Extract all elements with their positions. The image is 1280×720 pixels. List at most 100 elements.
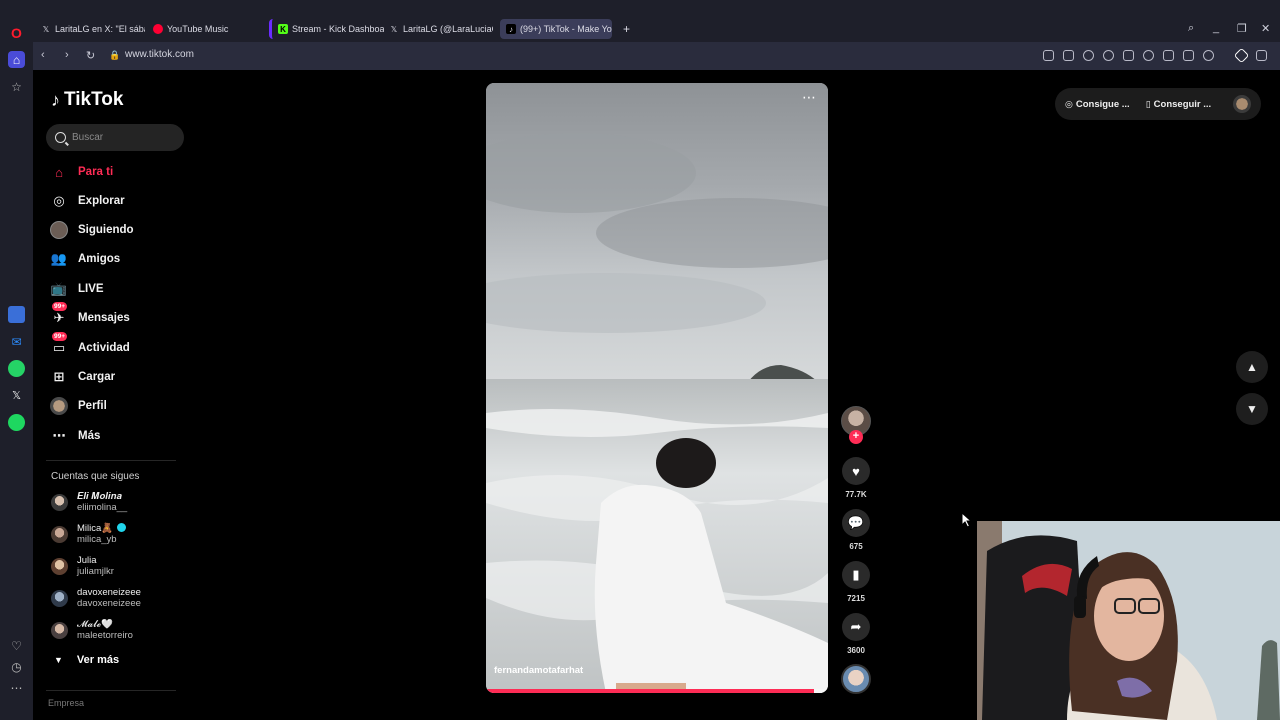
more-options-icon[interactable]: ⋯ (802, 89, 817, 106)
avatar (51, 621, 68, 639)
get-coins-button[interactable]: ◎ Consigue ... (1065, 99, 1130, 110)
back-icon[interactable]: ‹ (41, 49, 45, 61)
play-icon[interactable] (1123, 50, 1134, 61)
video-player[interactable]: ⋯ fernandamotafarhat (486, 83, 828, 693)
coin-icon: ◎ (1065, 98, 1073, 109)
menu-item-mensajes[interactable]: ✈ 99+ Mensajes (50, 302, 130, 329)
following-account[interactable]: 𝓜𝓪𝓵𝓮🤍 maleetorreiro (51, 617, 133, 643)
home-icon[interactable]: ⌂ (8, 51, 25, 68)
get-app-button[interactable]: ▯ Conseguir ... (1146, 99, 1212, 110)
comment-button[interactable]: 💬 675 (839, 509, 873, 551)
menu-item-para-ti[interactable]: ⌂ Para ti (50, 161, 113, 183)
camera-icon[interactable] (1063, 50, 1074, 61)
history-icon[interactable]: ◷ (8, 658, 25, 675)
minimize-icon[interactable]: _ (1213, 22, 1219, 34)
pinboard-icon[interactable]: ☆ (8, 78, 25, 95)
profile-icon[interactable] (1203, 50, 1214, 61)
company-link[interactable]: Empresa (48, 698, 84, 708)
aria-icon[interactable] (8, 306, 25, 323)
bookmark-icon: ▮ (842, 561, 870, 589)
messenger-icon[interactable]: ✉ (8, 333, 25, 350)
video-frame (486, 83, 828, 693)
upload-icon: ⊞ (53, 369, 65, 384)
heart-icon[interactable]: ♡ (8, 637, 25, 654)
home-icon: ⌂ (55, 164, 63, 180)
comment-icon: 💬 (842, 509, 870, 537)
video-progress[interactable] (486, 689, 828, 693)
friends-icon: 👥 (50, 251, 68, 266)
menu-item-mas[interactable]: ⋯ Más (50, 425, 101, 447)
x-icon[interactable]: 𝕏 (8, 387, 25, 404)
search-input[interactable] (72, 132, 172, 143)
video-author[interactable]: fernandamotafarhat (494, 665, 583, 676)
menu-item-cargar[interactable]: ⊞ Cargar (50, 366, 116, 388)
following-account[interactable]: 𝑬𝒍𝒊 𝑴𝒐𝒍𝒊𝒏𝒂 eliimolina__ (51, 489, 127, 515)
next-video-button[interactable]: ▼ (1236, 393, 1268, 425)
tiktok-logo[interactable]: ♪ TikTok (51, 89, 123, 111)
following-account[interactable]: davoxeneizeee davoxeneizeee (51, 585, 141, 611)
menu-item-live[interactable]: 📺 LIVE (50, 278, 104, 300)
menu-icon[interactable] (1183, 50, 1194, 61)
previous-video-button[interactable]: ▲ (1236, 351, 1268, 383)
see-more-button[interactable]: ▼ Ver más (54, 654, 119, 666)
menu-item-siguiendo[interactable]: Siguiendo (50, 219, 134, 241)
following-account[interactable]: Julia juliamjlkr (51, 553, 114, 579)
avatar (51, 493, 68, 511)
progress-fill (486, 689, 815, 693)
following-avatar-icon (50, 221, 68, 239)
browser-sidebar: O ⌂ ☆ ✉ 𝕏 ♡ ◷ ⋯ (0, 0, 33, 720)
profile-avatar-icon (50, 397, 68, 415)
user-avatar[interactable] (1233, 95, 1251, 113)
tab-youtube-music[interactable]: YouTube Music (147, 19, 257, 39)
compass-icon: ◎ (53, 193, 65, 208)
tab-tiktok[interactable]: ♪ (99+) TikTok - Make Yo (500, 19, 612, 39)
chevron-up-icon: ▲ (1246, 360, 1258, 374)
youtube-music-icon (153, 24, 163, 34)
reload-icon[interactable]: ↻ (86, 49, 95, 62)
more-icon[interactable]: ⋯ (8, 679, 25, 696)
save-button[interactable]: ▮ 7215 (839, 561, 873, 603)
vpn-icon[interactable] (1103, 50, 1114, 61)
activity-badge: 99+ (52, 332, 68, 341)
chevron-down-icon: ▼ (54, 655, 63, 665)
url-field[interactable]: www.tiktok.com (125, 49, 194, 60)
new-tab-button[interactable]: + (617, 19, 635, 39)
share-button[interactable]: ➦ 3600 (839, 613, 873, 655)
forward-icon[interactable]: › (65, 49, 69, 61)
menu-item-actividad[interactable]: ▭ 99+ Actividad (50, 332, 130, 359)
tab-kick-dashboard[interactable]: K Stream - Kick Dashboard (269, 19, 384, 39)
restore-icon[interactable]: ❐ (1237, 22, 1247, 35)
avatar (51, 525, 68, 543)
extension-icon[interactable] (1233, 47, 1250, 64)
search-bar[interactable] (46, 124, 184, 151)
following-section-title: Cuentas que sigues (51, 471, 140, 482)
opera-logo-icon[interactable]: O (8, 24, 25, 41)
verified-badge-icon (117, 523, 127, 533)
share-icon: ➦ (842, 613, 870, 641)
adblock-icon[interactable] (1083, 50, 1094, 61)
sidebar-divider (46, 690, 176, 691)
heart-icon[interactable] (1143, 50, 1154, 61)
spotify-icon[interactable] (8, 414, 25, 431)
settings-icon[interactable] (1256, 50, 1267, 61)
close-icon[interactable]: ✕ (1261, 22, 1270, 35)
download-icon[interactable] (1163, 50, 1174, 61)
search-icon[interactable]: ⌕ (1188, 22, 1194, 35)
creator-profile[interactable]: + (839, 404, 873, 446)
edit-icon[interactable] (1043, 50, 1054, 61)
menu-item-perfil[interactable]: Perfil (50, 395, 107, 417)
x-icon: 𝕏 (42, 24, 50, 34)
follow-plus-icon[interactable]: + (849, 430, 863, 444)
menu-item-explorar[interactable]: ◎ Explorar (50, 190, 124, 212)
tab-x-post[interactable]: 𝕏 LaritaLG en X: "El sábado l (35, 19, 145, 39)
top-actions: ◎ Consigue ... ▯ Conseguir ... (1055, 88, 1261, 120)
x-icon: 𝕏 (390, 24, 398, 34)
mouse-cursor-icon (961, 512, 973, 528)
music-disc-avatar[interactable] (841, 664, 871, 694)
sidebar-divider (46, 460, 176, 461)
tab-x-profile[interactable]: 𝕏 LaritaLG (@LaraLuciaGarc (383, 19, 493, 39)
like-button[interactable]: ♥ 77.7K (839, 457, 873, 499)
whatsapp-icon[interactable] (8, 360, 25, 377)
following-account[interactable]: Milica🧸 milica_yb (51, 521, 127, 547)
menu-item-amigos[interactable]: 👥 Amigos (50, 248, 120, 270)
